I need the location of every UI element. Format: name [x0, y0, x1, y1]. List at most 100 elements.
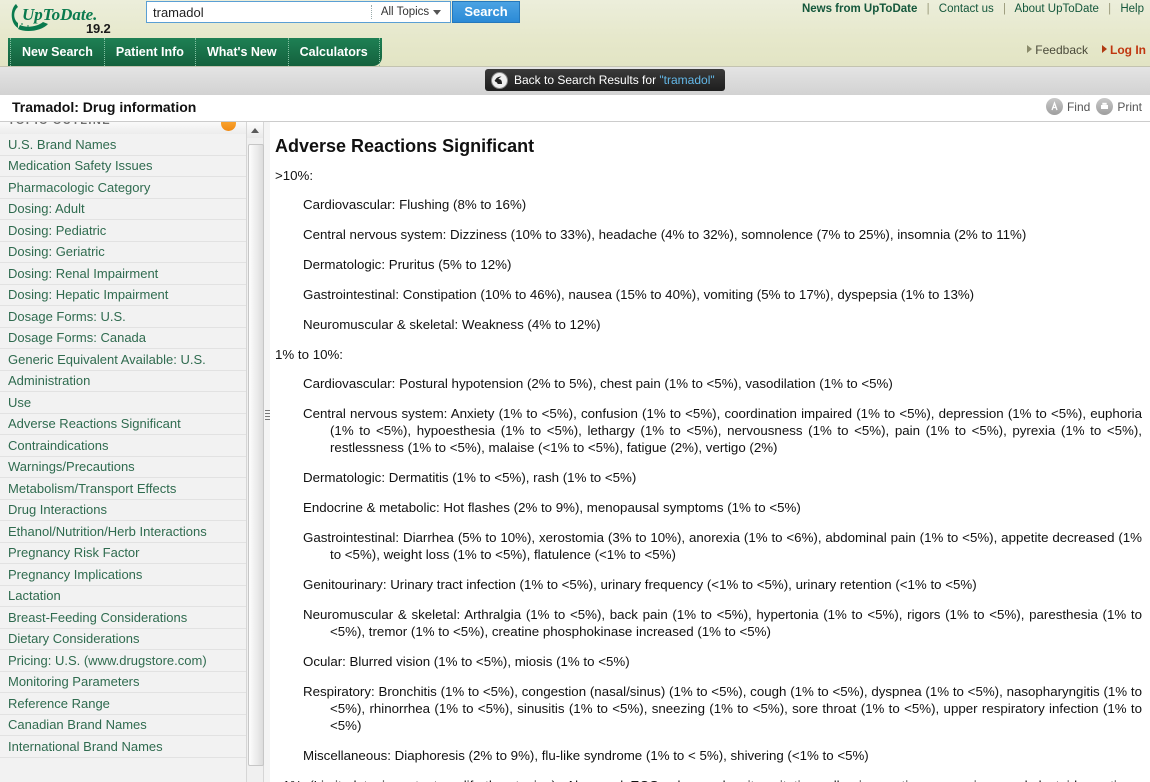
group1-reactions: Cardiovascular: Flushing (8% to 16%) Cent…: [275, 196, 1142, 333]
sidebar-item-ethanol-nutrition-herb-interactions[interactable]: Ethanol/Nutrition/Herb Interactions: [0, 521, 246, 543]
search-input[interactable]: [147, 2, 371, 22]
news-link[interactable]: News from UpToDate: [802, 3, 917, 15]
sidebar-item-pricing-u-s-www-drugstore-com[interactable]: Pricing: U.S. (www.drugstore.com): [0, 650, 246, 672]
sidebar-item-breast-feeding-considerations[interactable]: Breast-Feeding Considerations: [0, 607, 246, 629]
sidebar-item-pregnancy-risk-factor[interactable]: Pregnancy Risk Factor: [0, 543, 246, 564]
sidebar-item-dosing-pediatric[interactable]: Dosing: Pediatric: [0, 220, 246, 242]
search-button[interactable]: Search: [452, 1, 520, 23]
sidebar-item-generic-equivalent-available-u-s[interactable]: Generic Equivalent Available: U.S.: [0, 349, 246, 371]
contact-us-link[interactable]: Contact us: [939, 3, 994, 15]
sidebar-item-adverse-reactions-significant[interactable]: Adverse Reactions Significant: [0, 414, 246, 435]
arrow-right-icon: [1027, 45, 1033, 53]
pane-splitter[interactable]: [264, 122, 270, 782]
topic-filter-dropdown[interactable]: All Topics: [372, 2, 450, 22]
login-link[interactable]: Log In: [1110, 43, 1146, 57]
sidebar-item-use[interactable]: Use: [0, 392, 246, 414]
sidebar-item-reference-range[interactable]: Reference Range: [0, 693, 246, 715]
topic-content: Adverse Reactions Significant >10%: Card…: [271, 122, 1150, 782]
print-label: Print: [1117, 99, 1142, 114]
sidebar-item-lactation[interactable]: Lactation: [0, 586, 246, 607]
search-box[interactable]: All Topics: [146, 1, 451, 23]
print-icon: [1096, 98, 1114, 115]
chevron-down-icon: [433, 9, 442, 15]
link-separator: |: [1108, 3, 1112, 15]
breadcrumb-band: Back to Search Results for "tramadol": [0, 66, 1150, 95]
reaction-line: Genitourinary: Urinary tract infection (…: [303, 577, 977, 592]
nav-tab-patient-info[interactable]: Patient Info: [103, 38, 195, 66]
sidebar-item-contraindications[interactable]: Contraindications: [0, 435, 246, 457]
sidebar-item-monitoring-parameters[interactable]: Monitoring Parameters: [0, 672, 246, 693]
sidebar-item-pharmacologic-category[interactable]: Pharmacologic Category: [0, 177, 246, 199]
splitter-grip-icon: [265, 410, 270, 421]
reaction-line: Dermatologic: Dermatitis (1% to <5%), ra…: [303, 470, 637, 485]
sidebar-item-dosing-adult[interactable]: Dosing: Adult: [0, 199, 246, 220]
feedback-link[interactable]: Feedback: [1035, 43, 1088, 57]
back-button-prefix: Back to Search Results for: [514, 73, 660, 87]
sidebar-item-dosage-forms-canada[interactable]: Dosage Forms: Canada: [0, 328, 246, 349]
back-arrow-icon: [491, 71, 508, 89]
sidebar-scrollbar[interactable]: [246, 122, 264, 782]
topic-filter-label: All Topics: [380, 6, 430, 18]
sidebar-item-dosing-renal-impairment[interactable]: Dosing: Renal Impairment: [0, 263, 246, 285]
topic-outline-list: U.S. Brand Names Medication Safety Issues…: [0, 134, 246, 758]
arrow-right-icon: [1102, 45, 1107, 53]
nav-tab-endcap: [378, 38, 380, 66]
sidebar-item-metabolism-transport-effects[interactable]: Metabolism/Transport Effects: [0, 478, 246, 500]
scrollbar-thumb[interactable]: [248, 144, 264, 766]
group2-reactions: Cardiovascular: Postural hypotension (2%…: [275, 375, 1142, 764]
sidebar-item-warnings-precautions[interactable]: Warnings/Precautions: [0, 457, 246, 478]
reaction-line: Gastrointestinal: Diarrhea (5% to 10%), …: [303, 530, 1142, 562]
sidebar-item-dosage-forms-u-s[interactable]: Dosage Forms: U.S.: [0, 306, 246, 328]
print-button[interactable]: Print: [1096, 98, 1142, 115]
back-button-label: Back to Search Results for "tramadol": [514, 73, 715, 87]
sidebar-item-dietary-considerations[interactable]: Dietary Considerations: [0, 629, 246, 650]
sidebar-item-u-s-brand-names[interactable]: U.S. Brand Names: [0, 134, 246, 156]
reaction-line: Central nervous system: Anxiety (1% to <…: [303, 406, 1142, 455]
topic-outline-header: TOPIC OUTLINE: [0, 122, 246, 134]
title-tools: Find Print: [1045, 98, 1142, 115]
frequency-group-label: 1% to 10%:: [275, 347, 344, 362]
sidebar-item-dosing-geriatric[interactable]: Dosing: Geriatric: [0, 242, 246, 263]
content-heading: Adverse Reactions Significant: [275, 136, 535, 156]
reaction-line: Gastrointestinal: Constipation (10% to 4…: [303, 287, 975, 302]
find-label: Find: [1066, 99, 1091, 114]
sidebar-item-dosing-hepatic-impairment[interactable]: Dosing: Hepatic Impairment: [0, 285, 246, 306]
sidebar-item-administration[interactable]: Administration: [0, 371, 246, 392]
nav-tab-whats-new[interactable]: What's New: [194, 38, 288, 66]
utility-links: News from UpToDate | Contact us | About …: [802, 3, 1144, 15]
uptodate-logo[interactable]: UpToDate. 19.2: [8, 1, 138, 37]
top-header-bar: UpToDate. 19.2 All Topics Search News fr…: [0, 0, 1150, 38]
sidebar-item-international-brand-names[interactable]: International Brand Names: [0, 736, 246, 758]
page-title: Tramadol: Drug information: [12, 99, 197, 115]
content-split-pane: TOPIC OUTLINE U.S. Brand NamesMedication…: [0, 122, 1150, 782]
back-button-query: "tramadol": [659, 73, 715, 87]
find-icon: [1045, 98, 1063, 115]
sidebar-item-canadian-brand-names[interactable]: Canadian Brand Names: [0, 715, 246, 736]
triangle-up-icon: [251, 127, 259, 133]
reaction-line: Neuromuscular & skeletal: Arthralgia (1%…: [303, 607, 1142, 639]
version-label: 19.2: [86, 21, 111, 36]
reaction-line: Endocrine & metabolic: Hot flashes (2% t…: [303, 500, 801, 515]
link-separator: |: [1002, 3, 1006, 15]
reaction-line: Central nervous system: Dizziness (10% t…: [303, 227, 1027, 242]
about-uptodate-link[interactable]: About UpToDate: [1015, 3, 1099, 15]
topic-outline-sidebar: TOPIC OUTLINE U.S. Brand NamesMedication…: [0, 122, 247, 782]
reaction-line: Neuromuscular & skeletal: Weakness (4% t…: [303, 317, 601, 332]
sidebar-item-drug-interactions[interactable]: Drug Interactions: [0, 500, 246, 521]
find-button[interactable]: Find: [1045, 98, 1091, 115]
sidebar-item-medication-safety-issues[interactable]: Medication Safety Issues: [0, 156, 246, 177]
topic-title-bar: Tramadol: Drug information Find Print: [0, 95, 1150, 122]
nav-tab-new-search[interactable]: New Search: [10, 38, 104, 66]
frequency-group-label: >10%:: [275, 168, 314, 183]
nav-tab-calculators[interactable]: Calculators: [287, 38, 379, 66]
nav-right-links: Feedback Log In: [1027, 43, 1146, 57]
reaction-line: Miscellaneous: Diaphoresis (2% to 9%), f…: [303, 748, 869, 763]
collapse-outline-icon[interactable]: [221, 122, 236, 131]
reaction-line: Ocular: Blurred vision (1% to <5%), mios…: [303, 654, 630, 669]
link-separator: |: [926, 3, 930, 15]
help-link[interactable]: Help: [1120, 3, 1144, 15]
back-to-search-results-button[interactable]: Back to Search Results for "tramadol": [485, 69, 725, 91]
sidebar-item-pregnancy-implications[interactable]: Pregnancy Implications: [0, 564, 246, 586]
nav-tab-group: New Search Patient Info What's New Calcu…: [8, 38, 382, 66]
scroll-up-button[interactable]: [247, 122, 263, 138]
